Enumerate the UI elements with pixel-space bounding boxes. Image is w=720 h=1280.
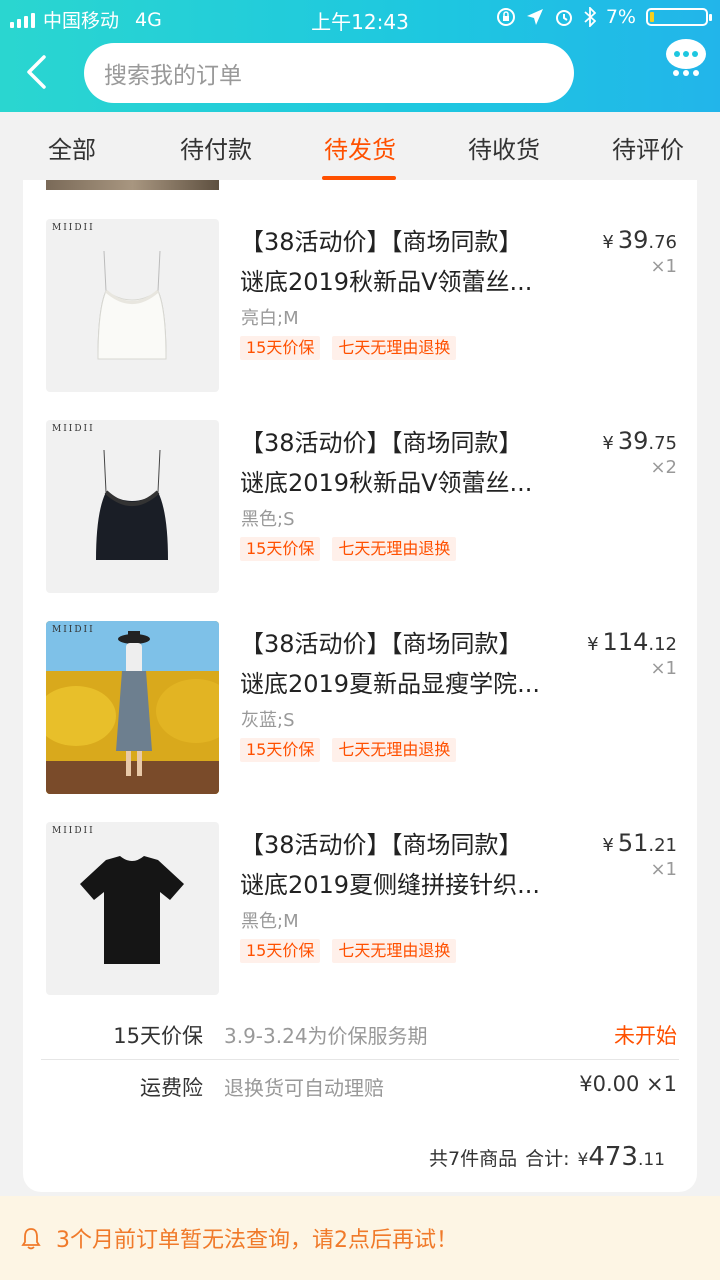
vineyard-dress-photo [46,621,219,794]
back-button[interactable] [18,52,54,92]
service-price: ¥0.00 ×1 [579,1072,677,1096]
service-label: 15天价保 [113,1024,203,1048]
product-title[interactable]: 【38活动价】【商场同款】 谜底2019秋新品V领蕾丝... [240,423,570,503]
tab-pending-receipt[interactable]: 待收货 [460,112,548,182]
product-spec: 灰蓝;S [241,710,295,731]
bell-icon [21,1228,41,1250]
battery-percent: 7% [605,6,636,28]
tag-price-protect: 15天价保 [240,537,321,561]
total-label: 合计: [525,1148,570,1170]
product-spec: 黑色;M [241,911,299,932]
chevron-left-icon [27,55,46,89]
tab-all[interactable]: 全部 [36,112,108,182]
title-line-2: 谜底2019秋新品V领蕾丝... [240,469,533,497]
title-line-2: 谜底2019秋新品V领蕾丝... [240,268,533,296]
alarm-icon [555,10,572,26]
product-title[interactable]: 【38活动价】【商场同款】 谜底2019夏侧缝拼接针织... [240,825,570,905]
product-quantity: ×1 [650,859,677,880]
tab-pending-shipment[interactable]: 待发货 [316,112,404,182]
yen-sign: ¥ [602,835,614,856]
black-camisole-image [96,449,168,560]
order-total: 共7件商品 合计: ¥473.11 [429,1142,665,1172]
tag-return: 七天无理由退换 [332,738,457,762]
product-spec: 亮白;M [241,308,299,329]
tag-return: 七天无理由退换 [332,939,457,963]
service-desc: 退换货可自动理赔 [224,1076,384,1100]
brand-logo: MIIDII [52,826,95,836]
brand-logo: MIIDII [52,625,95,635]
notice-text: 3个月前订单暂无法查询，请2点后再试！ [56,1228,458,1253]
item-count: 共7件商品 [428,1148,518,1170]
yen-sign: ¥ [577,1150,589,1170]
white-camisole-image [97,250,167,360]
price-int: 114 [602,628,649,656]
product-price: ¥39.75 [602,427,677,455]
price-dec: .21 [648,835,677,856]
search-input[interactable]: 搜索我的订单 [84,43,574,103]
tab-pending-payment[interactable]: 待付款 [172,112,260,182]
product-quantity: ×1 [650,658,677,679]
location-icon [526,9,543,25]
tag-price-protect: 15天价保 [240,738,321,762]
lock-rotation-icon [496,8,515,26]
order-item[interactable]: MIIDII 【38活动价】【商场同款】 谜底2019秋新品V领蕾丝... 亮白… [23,180,697,392]
order-item[interactable]: MIIDII 【38活动价】【商场同款】 谜底2019夏侧缝拼接针织... 黑色… [23,783,697,995]
title-line-1: 【38活动价】【商场同款】 [240,228,523,256]
tag-return: 七天无理由退换 [332,336,457,360]
app-header: 中国移动 4G 上午12:43 7% 搜索我的订单 [0,0,720,112]
product-image[interactable]: MIIDII [46,219,219,392]
tab-pending-review[interactable]: 待评价 [604,112,692,182]
price-int: 39 [617,226,649,254]
title-line-1: 【38活动价】【商场同款】 [240,630,523,658]
service-desc: 3.9-3.24为价保服务期 [224,1024,428,1048]
product-image[interactable]: MIIDII [46,420,219,593]
title-line-2: 谜底2019夏侧缝拼接针织... [240,871,540,899]
shipping-insurance-row[interactable]: 运费险 退换货可自动理赔 ¥0.00 ×1 [23,1060,697,1112]
search-placeholder: 搜索我的订单 [104,63,242,89]
product-quantity: ×1 [650,256,677,277]
service-label: 运费险 [140,1076,203,1100]
title-line-1: 【38活动价】【商场同款】 [240,429,523,457]
order-tabs: 全部 待付款 待发货 待收货 待评价 [0,112,720,182]
title-line-2: 谜底2019夏新品显瘦学院... [240,670,540,698]
title-line-1: 【38活动价】【商场同款】 [240,831,523,859]
product-quantity: ×2 [650,457,677,478]
product-title[interactable]: 【38活动价】【商场同款】 谜底2019夏新品显瘦学院... [240,624,570,704]
product-image[interactable]: MIIDII [46,822,219,995]
tag-price-protect: 15天价保 [240,336,321,360]
battery-icon [646,8,712,26]
status-bar: 中国移动 4G 上午12:43 7% [0,0,720,36]
price-int: 51 [617,829,649,857]
product-image[interactable]: MIIDII [46,621,219,794]
order-item[interactable]: MIIDII 【38活动价】【商场同款】 谜底2019夏新品显瘦学院... 灰蓝… [23,582,697,794]
service-status: 未开始 [614,1024,677,1048]
product-price: ¥51.21 [602,829,677,857]
brand-logo: MIIDII [52,424,95,434]
product-title[interactable]: 【38活动价】【商场同款】 谜底2019秋新品V领蕾丝... [240,222,570,302]
product-price: ¥114.12 [587,628,677,656]
yen-sign: ¥ [602,232,614,253]
brand-logo: MIIDII [52,223,95,233]
order-item[interactable]: MIIDII 【38活动价】【商场同款】 谜底2019秋新品V领蕾丝... 黑色… [23,381,697,593]
price-dec: .12 [648,634,677,655]
price-dec: .76 [648,232,677,253]
chat-bubble-icon [666,39,706,76]
product-spec: 黑色;S [241,509,295,530]
yen-sign: ¥ [587,634,599,655]
message-button[interactable] [664,36,708,78]
yen-sign: ¥ [602,433,614,454]
tag-return: 七天无理由退换 [332,537,457,561]
price-int: 39 [617,427,649,455]
black-tshirt-image [80,856,184,964]
total-int: 473 [588,1142,638,1172]
total-dec: .11 [637,1150,665,1170]
tag-price-protect: 15天价保 [240,939,321,963]
order-card: MIIDII 【38活动价】【商场同款】 谜底2019秋新品V领蕾丝... 亮白… [23,180,697,1192]
price-protect-row[interactable]: 15天价保 3.9-3.24为价保服务期 未开始 [23,1008,697,1060]
price-dec: .75 [648,433,677,454]
notice-bar: 3个月前订单暂无法查询，请2点后再试！ [0,1196,720,1280]
product-price: ¥39.76 [602,226,677,254]
bluetooth-icon [584,7,596,27]
